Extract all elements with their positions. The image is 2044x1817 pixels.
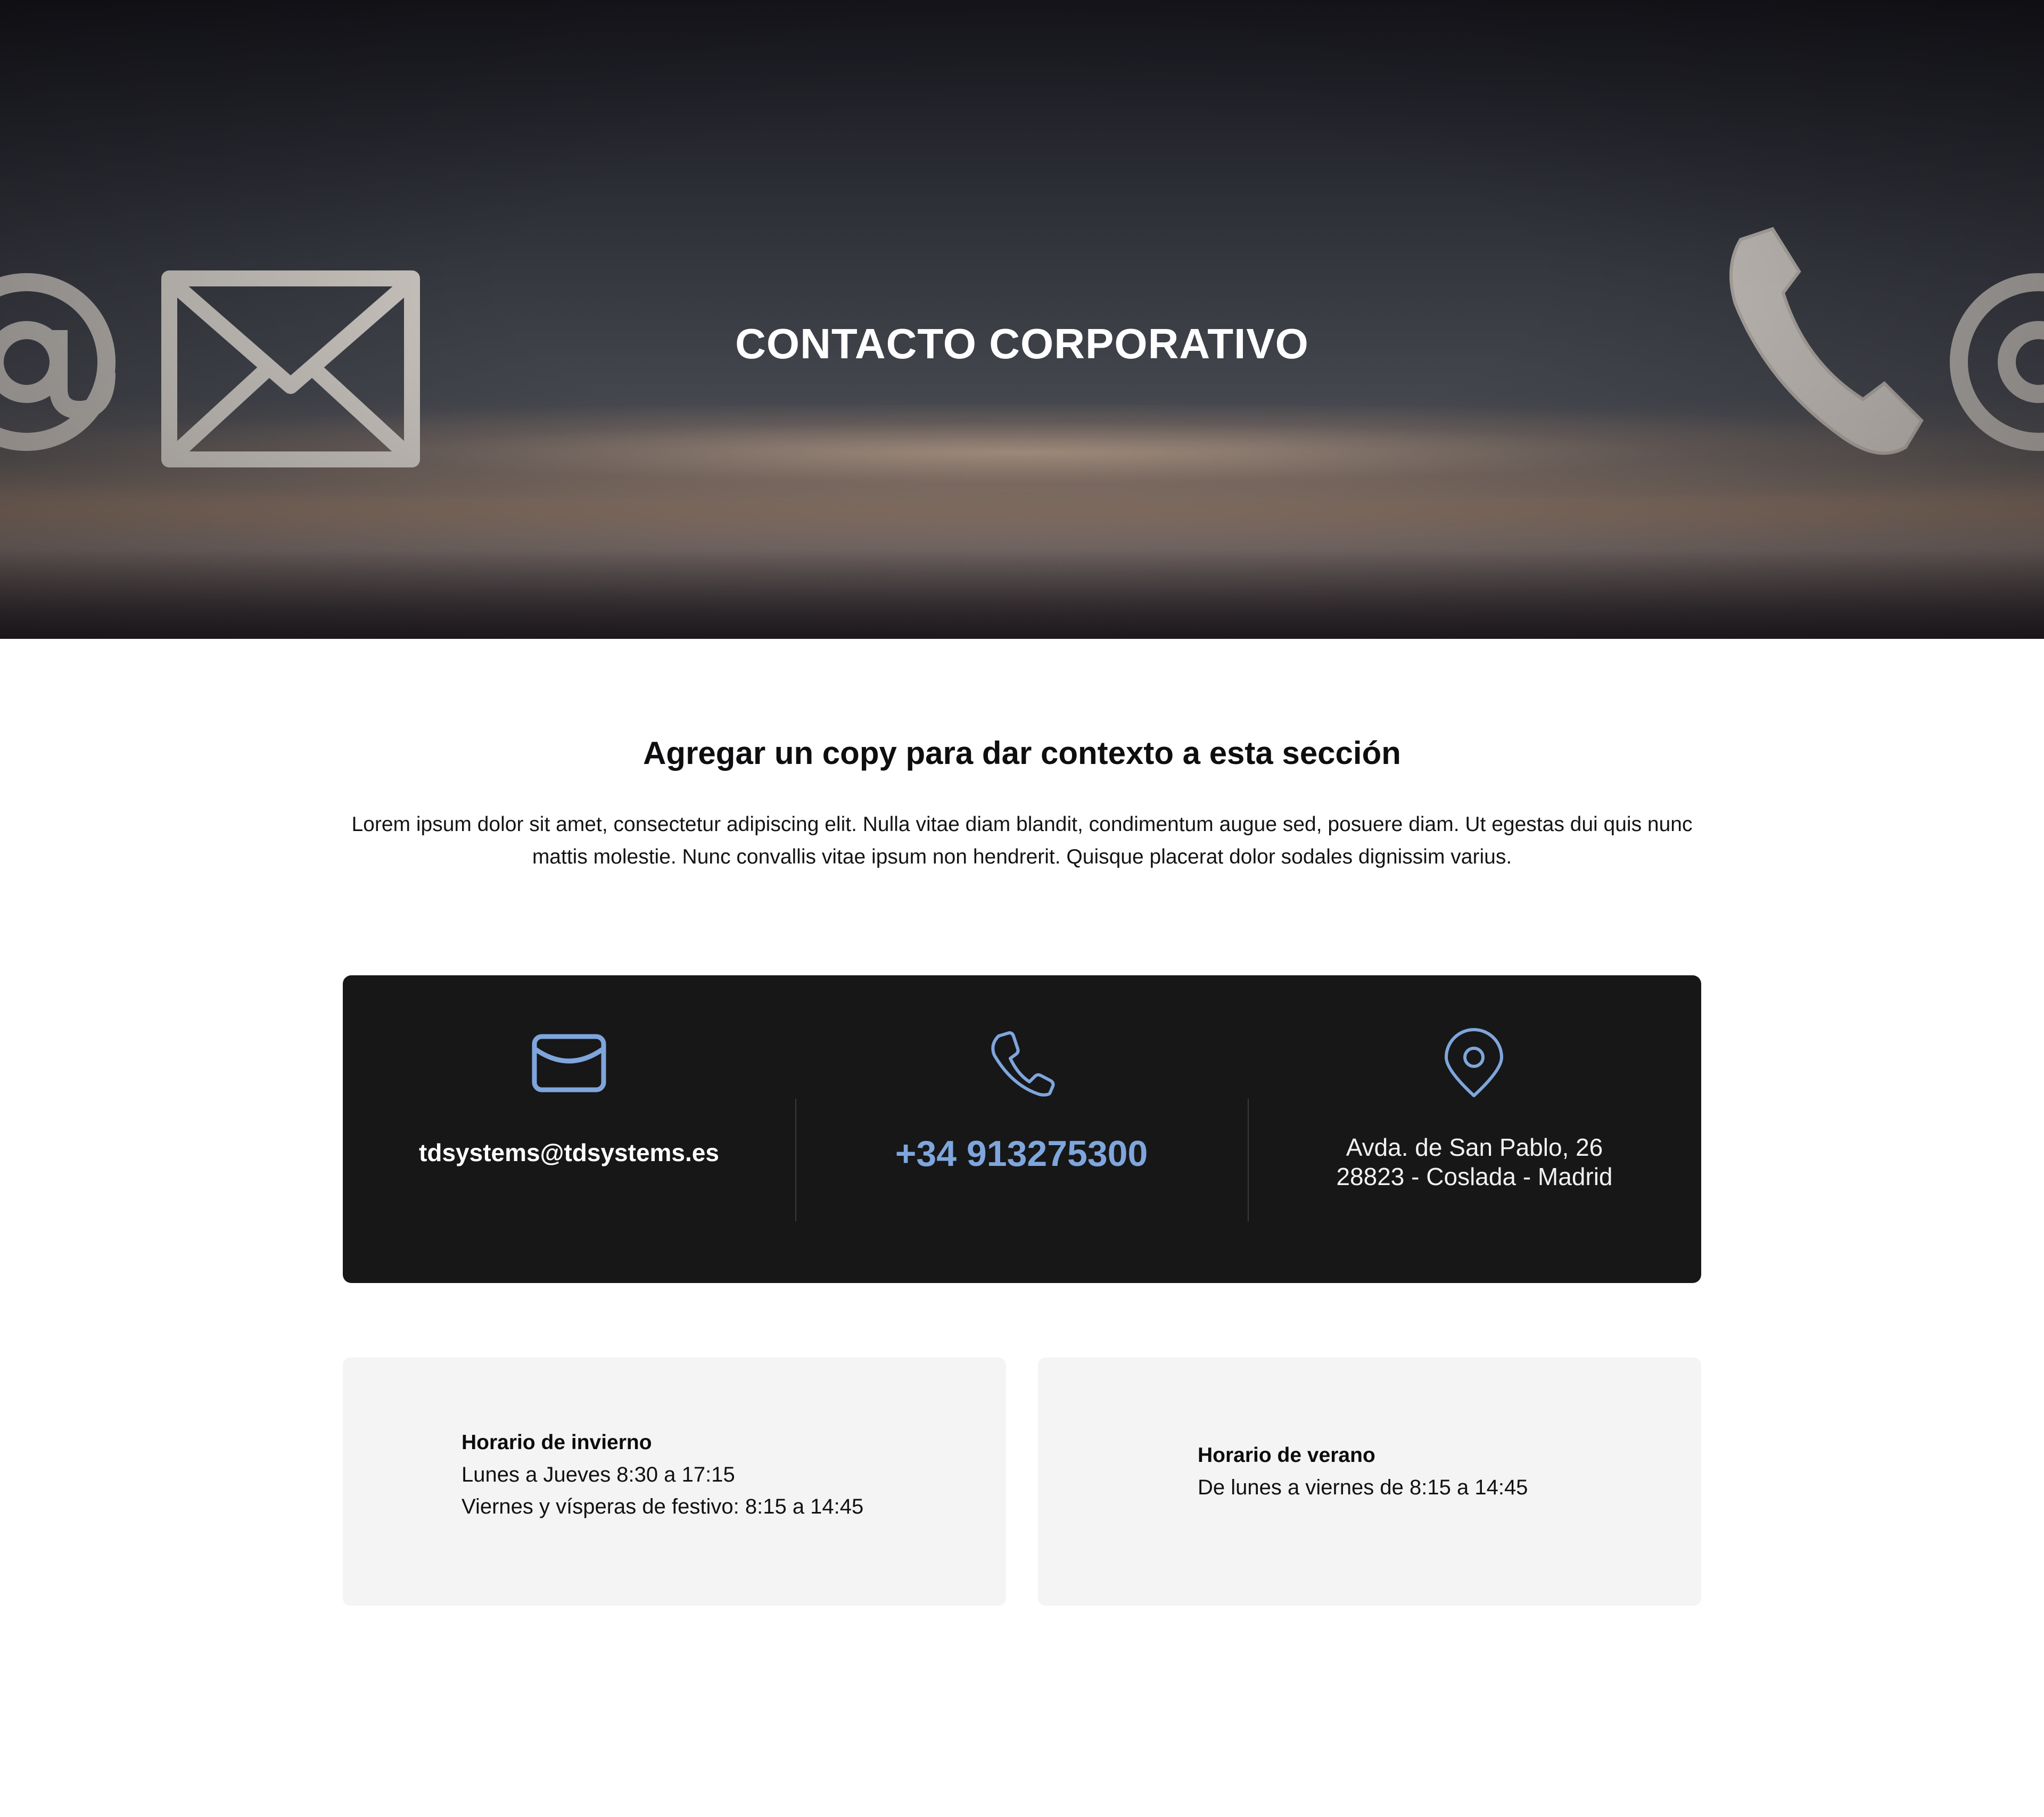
address-text: Avda. de San Pablo, 26 28823 - Coslada -… bbox=[1248, 1133, 1701, 1191]
schedule-title: Horario de verano bbox=[1198, 1444, 1375, 1467]
section-heading: Agregar un copy para dar contexto a esta… bbox=[643, 735, 1401, 771]
contact-phone-column: +34 913275300 bbox=[795, 975, 1248, 1283]
address-line-city: 28823 - Coslada - Madrid bbox=[1336, 1163, 1613, 1190]
hero-bottom-fade bbox=[0, 500, 2044, 639]
address-line-street: Avda. de San Pablo, 26 bbox=[1346, 1133, 1603, 1161]
email-link[interactable]: tdsystems@tdsystems.es bbox=[343, 1138, 795, 1167]
page-title: CONTACTO CORPORATIVO bbox=[735, 320, 1309, 367]
hero-banner: CONTACTO CORPORATIVO bbox=[0, 0, 2044, 639]
schedule-line: Viernes y vísperas de festivo: 8:15 a 14… bbox=[461, 1495, 864, 1518]
map-pin-icon bbox=[1434, 1028, 1514, 1098]
contact-email-column: tdsystems@tdsystems.es bbox=[343, 975, 795, 1283]
envelope-icon bbox=[529, 1029, 609, 1098]
schedule-line: Lunes a Jueves 8:30 a 17:15 bbox=[461, 1463, 735, 1486]
section-description: Lorem ipsum dolor sit amet, consectetur … bbox=[351, 813, 1693, 868]
winter-schedule-card: Horario de invierno Lunes a Jueves 8:30 … bbox=[343, 1358, 1006, 1606]
phone-icon bbox=[982, 1029, 1061, 1098]
contact-address-column: Avda. de San Pablo, 26 28823 - Coslada -… bbox=[1248, 975, 1700, 1283]
summer-schedule-card: Horario de verano De lunes a viernes de … bbox=[1038, 1358, 1701, 1606]
schedule-title: Horario de invierno bbox=[461, 1431, 652, 1454]
schedule-line: De lunes a viernes de 8:15 a 14:45 bbox=[1198, 1476, 1528, 1499]
phone-link[interactable]: +34 913275300 bbox=[795, 1133, 1248, 1174]
contact-info-card: tdsystems@tdsystems.es +34 913275300 Avd… bbox=[343, 975, 1701, 1283]
